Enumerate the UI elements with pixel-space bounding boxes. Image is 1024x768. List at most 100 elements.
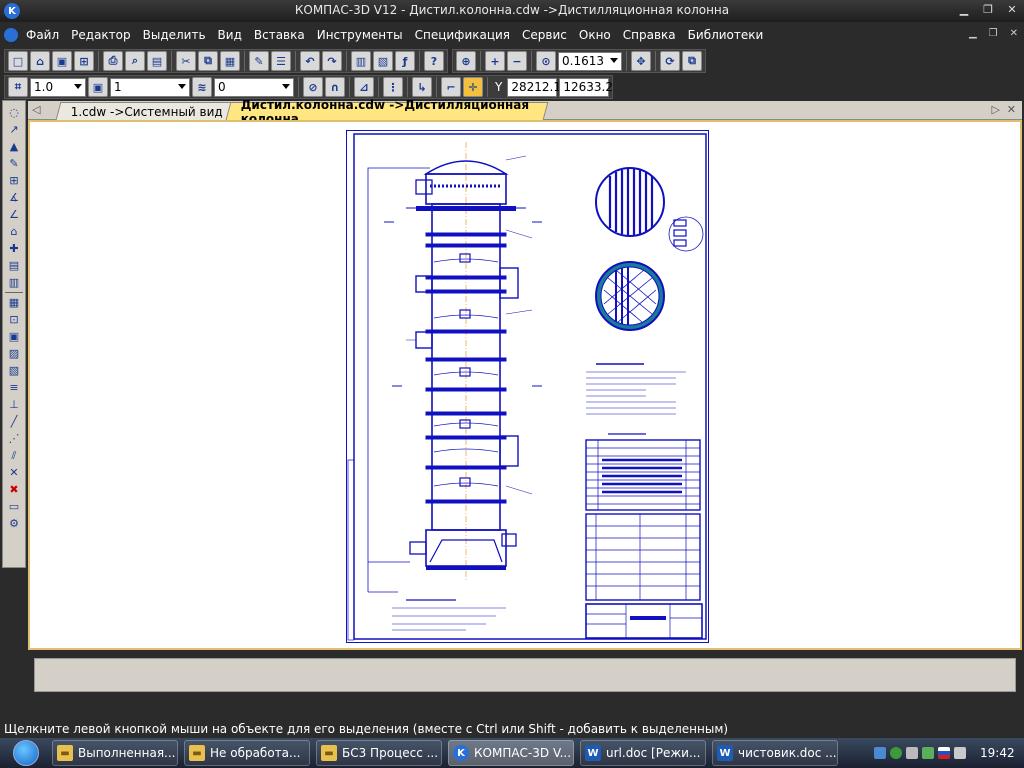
fragment-icon[interactable]: ▦ [5,295,23,310]
magnet-icon[interactable]: ∩ [325,77,345,97]
connection-icon[interactable] [922,747,934,759]
grid-icon[interactable]: ⋮ [383,77,403,97]
edit-icon[interactable]: ✎ [5,156,23,171]
menu-insert[interactable]: Вставка [248,28,311,42]
minimize-icon[interactable]: ▁ [956,2,972,18]
save-icon[interactable]: ▣ [52,51,72,71]
restore-icon[interactable]: ❐ [980,2,996,18]
menu-libraries[interactable]: Библиотеки [682,28,770,42]
layer-combo[interactable]: 0 [214,77,294,97]
cut-icon[interactable]: ✂ [176,51,196,71]
taskbar-item-folder-1[interactable]: ▬ Выполненная... [52,740,178,766]
line-style-icon[interactable]: ⌗ [8,77,28,97]
line-tool-icon[interactable]: ╱ [5,414,23,429]
cursor-snap-icon[interactable]: ✛ [463,77,483,97]
clock[interactable]: 19:42 [980,746,1015,760]
tab-right-arrow-icon[interactable]: ▷ [992,103,1000,116]
manager-icon[interactable]: ⊞ [74,51,94,71]
hatch-icon[interactable]: ▨ [5,346,23,361]
multiline-icon[interactable]: ≡ [5,380,23,395]
menu-specification[interactable]: Спецификация [409,28,516,42]
select-icon[interactable]: ⌂ [5,224,23,239]
report-icon[interactable]: ▥ [5,275,23,290]
associative-view-icon[interactable]: ✚ [5,241,23,256]
coord-y-field[interactable]: 12633.2 [559,77,613,97]
new-document-icon[interactable]: □ [8,51,28,71]
parametrization-icon[interactable]: ⊞ [5,173,23,188]
measure-icon[interactable]: ∡ [5,190,23,205]
taskbar-item-folder-2[interactable]: ▬ Не обработа... [184,740,310,766]
window-refresh-icon[interactable]: ⧉ [682,51,702,71]
drawing-canvas[interactable] [28,120,1022,650]
designations-icon[interactable]: ▲ [5,139,23,154]
doc-restore-icon[interactable]: ❐ [989,28,998,39]
orthogonal-icon[interactable]: ⊿ [354,77,374,97]
step-combo[interactable]: 1 [110,77,190,97]
close-icon[interactable]: ✕ [1004,2,1020,18]
menu-window[interactable]: Окно [573,28,617,42]
zoom-scale-icon[interactable]: ⊙ [536,51,556,71]
delete-icon[interactable]: ✖ [5,482,23,497]
tree-icon[interactable]: ▥ [351,51,371,71]
copy-icon[interactable]: ⧉ [198,51,218,71]
zoom-in-icon[interactable]: + [485,51,505,71]
menu-select[interactable]: Выделить [137,28,212,42]
taskbar-item-word-2[interactable]: W чистовик.doc ... [712,740,838,766]
tab-system-view[interactable]: 1.cdw ->Системный вид [55,102,241,120]
menu-help[interactable]: Справка [617,28,682,42]
line-scale-combo[interactable]: 1.0 [30,77,86,97]
zoom-combo[interactable]: 0.1613 [558,51,622,71]
ortho-mode-icon[interactable]: ⌐ [441,77,461,97]
security-icon[interactable] [890,747,902,759]
frame-icon[interactable]: ▭ [5,499,23,514]
list-icon[interactable]: ☰ [271,51,291,71]
spec-icon[interactable]: ▤ [5,258,23,273]
undo-icon[interactable]: ↶ [300,51,320,71]
network-icon[interactable] [874,747,886,759]
macro-icon[interactable]: ⚙ [5,516,23,531]
language-flag-icon[interactable] [938,747,950,759]
menu-service[interactable]: Сервис [516,28,573,42]
paste-icon[interactable]: ▦ [220,51,240,71]
snap-icon[interactable]: ⊘ [303,77,323,97]
preview-icon[interactable]: ⌕ [125,51,145,71]
menu-tools[interactable]: Инструменты [311,28,409,42]
print-icon[interactable]: ⎙ [103,51,123,71]
menu-file[interactable]: Файл [20,28,65,42]
coord-x-field[interactable]: 28212.1 [507,77,561,97]
tab-close-icon[interactable]: ✕ [1007,103,1016,116]
style-icon[interactable]: ▧ [5,363,23,378]
zoom-window-icon[interactable]: ⊕ [456,51,476,71]
tab-distillation-column[interactable]: Дистил.колонна.cdw ->Дистилляционная кол… [225,98,549,126]
taskbar-item-folder-3[interactable]: ▬ БС3 Процесс ... [316,740,442,766]
properties-brush-icon[interactable]: ✎ [249,51,269,71]
help-pointer-icon[interactable]: ? [424,51,444,71]
redo-icon[interactable]: ↷ [322,51,342,71]
start-button[interactable] [0,738,52,768]
menu-editor[interactable]: Редактор [65,28,136,42]
taskbar-item-word-1[interactable]: W url.doc [Режи... [580,740,706,766]
open-folder-icon[interactable]: ⌂ [30,51,50,71]
angle-icon[interactable]: ∠ [5,207,23,222]
taskbar-item-kompas[interactable]: K КОМПАС-3D V... [448,740,574,766]
crossing-icon[interactable]: ✕ [5,465,23,480]
doc-close-icon[interactable]: ✕ [1010,28,1018,39]
doc-minimize-icon[interactable]: ▁ [969,28,977,39]
table-icon[interactable]: ▣ [5,329,23,344]
level-icon[interactable]: ⊥ [5,397,23,412]
zoom-out-icon[interactable]: − [507,51,527,71]
geometry-icon[interactable]: ◌ [5,105,23,120]
function-icon[interactable]: ƒ [395,51,415,71]
pan-icon[interactable]: ✥ [631,51,651,71]
local-cs-icon[interactable]: ↳ [412,77,432,97]
volume-icon[interactable] [906,747,918,759]
printer-icon[interactable] [954,747,966,759]
broken-line-icon[interactable]: ⋰ [5,431,23,446]
tab-left-arrow-icon[interactable]: ◁ [32,103,40,116]
variables-icon[interactable]: ▧ [373,51,393,71]
axis-icon[interactable]: ⫽ [5,448,23,463]
dimensions-icon[interactable]: ↗ [5,122,23,137]
insert-view-icon[interactable]: ⊡ [5,312,23,327]
print-preview-icon[interactable]: ▤ [147,51,167,71]
app-menu-icon[interactable] [4,28,18,42]
